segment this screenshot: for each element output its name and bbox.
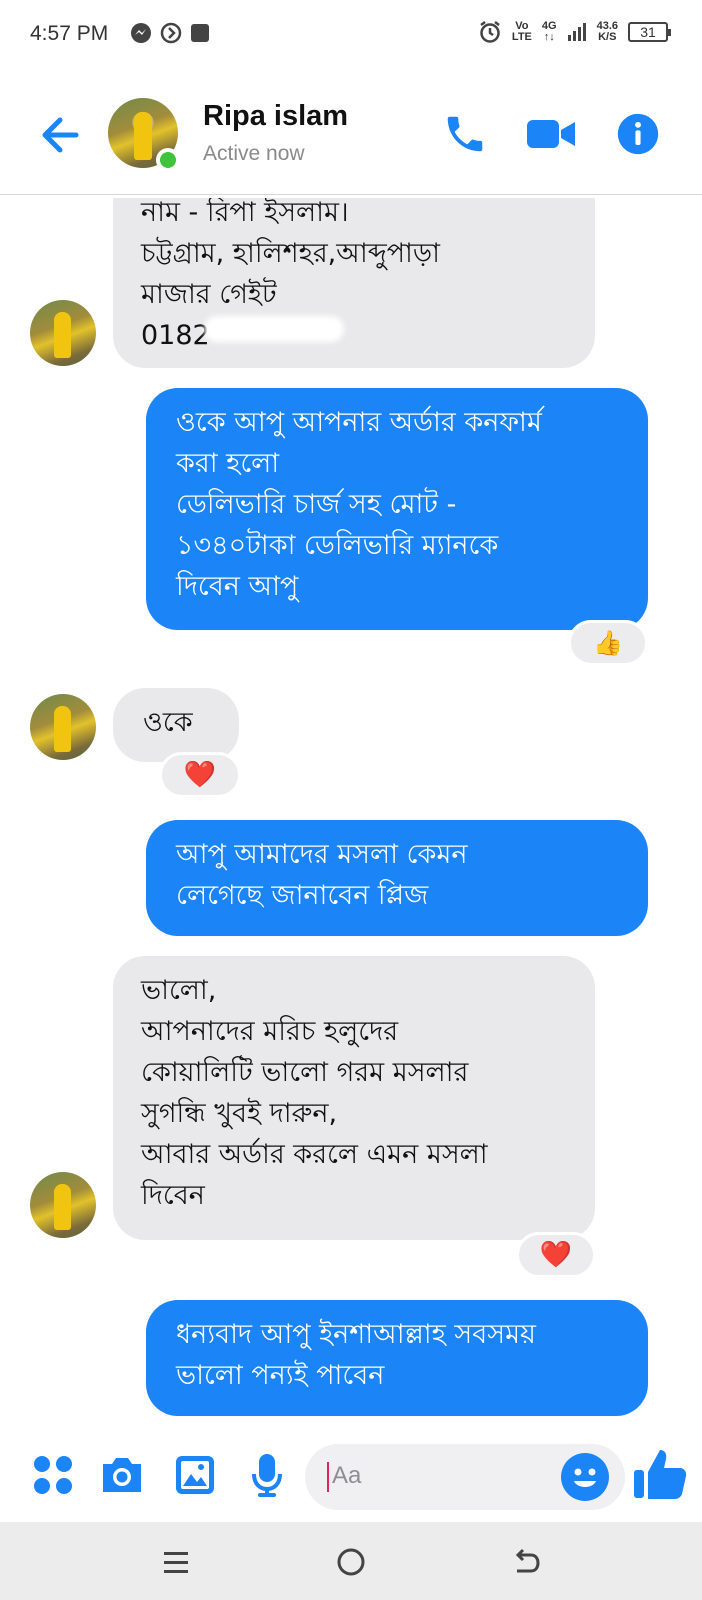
status-bar: 4:57 PM Vo LTE 4G ↑↓ 43.6 K/S 31	[0, 0, 702, 72]
more-actions-button[interactable]	[28, 1450, 78, 1500]
network-indicator: 4G ↑↓	[541, 20, 557, 43]
contact-active-status: Active now	[203, 142, 305, 165]
incoming-message-bubble[interactable]: ভালো, আপনাদের মরিচ হলুদের কোয়ালিটি ভালো…	[113, 956, 595, 1240]
text-cursor	[327, 1462, 329, 1492]
sync-notification-icon	[160, 22, 182, 44]
message-composer: Aa	[0, 1430, 702, 1522]
back-arrow-icon	[42, 117, 79, 153]
menu-lines-icon	[164, 1552, 188, 1573]
back-button[interactable]	[36, 110, 86, 160]
emoji-button[interactable]	[561, 1453, 609, 1501]
online-status-dot	[156, 148, 180, 172]
message-input[interactable]: Aa	[305, 1444, 625, 1510]
voice-clip-button[interactable]	[242, 1450, 292, 1500]
video-call-button[interactable]	[523, 106, 579, 162]
info-icon	[617, 113, 659, 155]
system-icons: Vo LTE 4G ↑↓ 43.6 K/S 31	[478, 20, 671, 44]
four-dots-menu-icon	[34, 1456, 72, 1494]
audio-call-button[interactable]	[437, 106, 493, 162]
home-circle-icon	[337, 1548, 365, 1576]
incoming-message-bubble[interactable]: ওকে	[113, 688, 239, 762]
camera-button[interactable]	[97, 1450, 147, 1500]
app-notification-icon	[191, 24, 209, 42]
outgoing-message-bubble[interactable]: ওকে আপু আপনার অর্ডার কনফার্ম করা হলো ডেল…	[146, 388, 648, 630]
notification-icons	[130, 22, 210, 44]
redacted-phone-number	[204, 316, 344, 342]
signal-icon	[567, 23, 586, 41]
contact-avatar-small[interactable]	[30, 300, 96, 366]
system-back-button[interactable]	[504, 1542, 548, 1582]
thumbs-up-icon	[634, 1450, 687, 1499]
heart-reaction-icon: ❤️	[183, 760, 217, 790]
message-reaction[interactable]: ❤️	[516, 1232, 596, 1278]
conversation-header: Ripa islam Active now	[0, 72, 702, 195]
incoming-message-bubble[interactable]: নাম - রিপা ইসলাম। চট্টগ্রাম, হালিশহর,আব্…	[113, 198, 595, 368]
microphone-icon	[252, 1454, 282, 1497]
heart-reaction-icon: ❤️	[539, 1240, 573, 1270]
return-arrow-icon	[515, 1548, 540, 1573]
message-input-placeholder: Aa	[332, 1462, 362, 1489]
contact-name[interactable]: Ripa islam	[203, 100, 348, 133]
contact-avatar-small[interactable]	[30, 694, 96, 760]
home-button[interactable]	[329, 1542, 373, 1582]
recent-apps-button[interactable]	[154, 1542, 198, 1582]
volte-indicator: Vo LTE	[511, 20, 532, 43]
image-gallery-icon	[176, 1456, 214, 1494]
status-time: 4:57 PM	[30, 22, 109, 45]
camera-icon	[103, 1458, 141, 1492]
alarm-icon	[480, 21, 500, 43]
outgoing-message-bubble[interactable]: ধন্যবাদ আপু ইনশাআল্লাহ সবসময় ভালো পন্যই…	[146, 1300, 648, 1416]
gallery-button[interactable]	[170, 1450, 220, 1500]
messenger-notification-icon	[131, 23, 151, 43]
conversation-info-button[interactable]	[610, 106, 666, 162]
message-reaction[interactable]: ❤️	[159, 752, 241, 798]
message-reaction[interactable]: 👍	[568, 620, 648, 666]
thumbs-up-reaction-icon: 👍	[593, 629, 623, 657]
data-speed: 43.6 K/S	[596, 20, 618, 43]
send-like-button[interactable]	[630, 1444, 690, 1504]
contact-avatar-small[interactable]	[30, 1172, 96, 1238]
system-navigation-bar	[0, 1522, 702, 1600]
video-camera-icon	[527, 120, 575, 148]
outgoing-message-bubble[interactable]: আপু আমাদের মসলা কেমন লেগেছে জানাবেন প্লি…	[146, 820, 648, 936]
battery-icon: 31	[628, 22, 671, 42]
phone-icon	[447, 116, 483, 152]
smiley-face-icon	[574, 1468, 596, 1487]
